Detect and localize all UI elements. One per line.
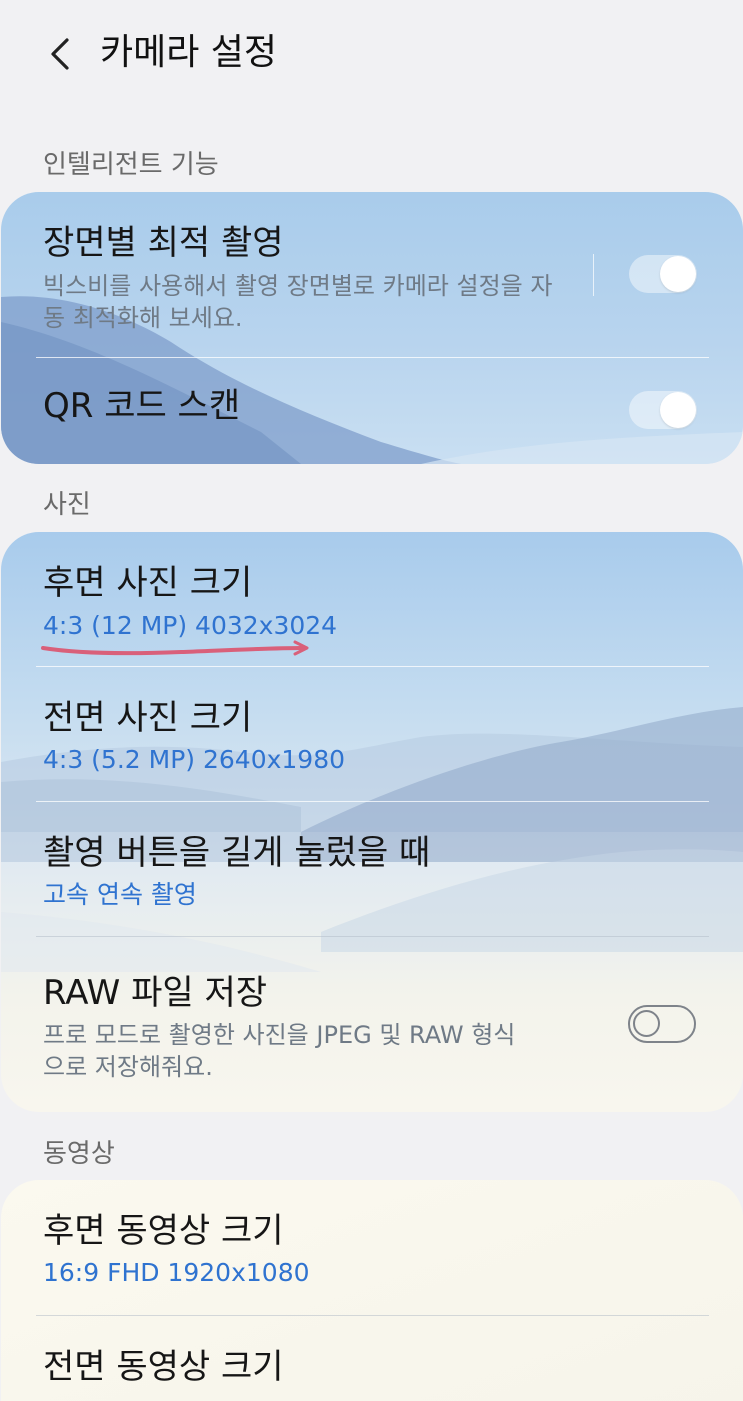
toggle-knob [660,256,696,292]
app-header: 카메라 설정 [0,0,743,110]
front-video-size-title: 전면 동영상 크기 [43,1347,284,1387]
qr-scan-title: QR 코드 스캔 [43,386,241,426]
rear-video-size-row[interactable]: 후면 동영상 크기 16:9 FHD 1920x1080 [1,1180,743,1315]
section-title-photo: 사진 [43,490,91,520]
scene-optimizer-title: 장면별 최적 촬영 [43,223,284,263]
rear-video-size-title: 후면 동영상 크기 [43,1211,284,1251]
scene-optimizer-subtitle: 빅스비를 사용해서 촬영 장면별로 카메라 설정을 자동 최적화해 보세요. [43,272,553,332]
intelligent-card: 장면별 최적 촬영 빅스비를 사용해서 촬영 장면별로 카메라 설정을 자동 최… [1,192,743,464]
video-card: 후면 동영상 크기 16:9 FHD 1920x1080 전면 동영상 크기 [1,1180,743,1401]
rear-video-size-value: 16:9 FHD 1920x1080 [43,1258,310,1287]
page-title: 카메라 설정 [100,32,278,73]
front-photo-size-value: 4:3 (5.2 MP) 2640x1980 [43,745,346,774]
raw-save-row[interactable]: RAW 파일 저장 프로 모드로 촬영한 사진을 JPEG 및 RAW 형식으로… [1,937,743,1112]
hold-shutter-row[interactable]: 촬영 버튼을 길게 눌렀을 때 고속 연속 촬영 [1,802,743,936]
row-separator [593,254,594,296]
section-title-intelligent: 인텔리전트 기능 [43,150,219,180]
scene-optimizer-row[interactable]: 장면별 최적 촬영 빅스비를 사용해서 촬영 장면별로 카메라 설정을 자동 최… [1,192,743,357]
photo-card: 후면 사진 크기 4:3 (12 MP) 4032x3024 전면 사진 크기 … [1,532,743,1112]
front-video-size-row[interactable]: 전면 동영상 크기 [1,1316,743,1401]
raw-save-subtitle: 프로 모드로 촬영한 사진을 JPEG 및 RAW 형식으로 저장해줘요. [43,1021,516,1081]
hold-shutter-value: 고속 연속 촬영 [43,880,197,909]
scene-optimizer-toggle[interactable] [629,255,697,293]
front-photo-size-row[interactable]: 전면 사진 크기 4:3 (5.2 MP) 2640x1980 [1,667,743,801]
back-button[interactable] [36,26,84,82]
rear-photo-size-title: 후면 사진 크기 [43,563,253,603]
hold-shutter-title: 촬영 버튼을 길게 눌렀을 때 [43,833,431,873]
raw-save-title: RAW 파일 저장 [43,973,267,1013]
annotation-underline [41,640,309,656]
raw-save-toggle[interactable] [628,1005,696,1043]
section-title-video: 동영상 [43,1139,115,1169]
toggle-knob [633,1010,660,1037]
toggle-knob [660,392,696,428]
front-photo-size-title: 전면 사진 크기 [43,698,253,738]
chevron-left-icon [51,38,69,70]
rear-photo-size-row[interactable]: 후면 사진 크기 4:3 (12 MP) 4032x3024 [1,532,743,666]
qr-scan-row[interactable]: QR 코드 스캔 [1,358,743,464]
qr-scan-toggle[interactable] [629,391,697,429]
